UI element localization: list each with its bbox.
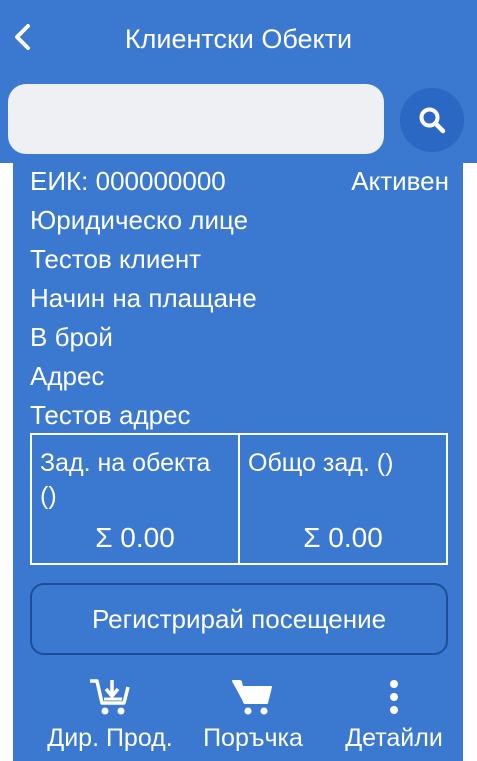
search-bar — [0, 74, 477, 163]
page-title: Клиентски Обекти — [124, 24, 353, 54]
search-input[interactable] — [8, 84, 384, 154]
site-debt-cell: Зад. на обекта () Σ 0.00 — [32, 435, 238, 563]
cart-icon — [231, 675, 275, 719]
client-card: ЕИК: 000000000 Активен Юридическо лице Т… — [13, 163, 463, 761]
address-label: Адрес — [30, 361, 105, 391]
bottom-actions: Дир. Прод. Поръчка Детайли — [13, 673, 463, 761]
app-bar: Клиентски Обекти — [0, 0, 477, 74]
register-visit-button[interactable]: Регистрирай посещение — [30, 583, 448, 655]
direct-sale-label: Дир. Прод. — [47, 724, 173, 752]
cart-download-icon — [88, 675, 132, 719]
site-debt-value: Σ 0.00 — [95, 522, 175, 553]
order-label: Поръчка — [203, 724, 303, 752]
details-label: Детайли — [345, 724, 443, 752]
client-name-text: Тестов клиент — [30, 244, 202, 274]
order-button[interactable]: Поръчка — [183, 673, 323, 761]
payment-label: Начин на плащане — [30, 283, 257, 313]
eik-text: ЕИК: 000000000 — [30, 166, 226, 196]
address-value: Тестов адрес — [30, 400, 191, 430]
debt-summary: Зад. на обекта () Σ 0.00 Общо зад. () Σ … — [30, 433, 448, 565]
total-debt-value: Σ 0.00 — [303, 522, 383, 553]
total-debt-label: Общо зад. () — [248, 449, 394, 477]
details-button[interactable]: Детайли — [331, 673, 457, 761]
payment-value: В брой — [30, 322, 113, 352]
more-vertical-icon — [372, 675, 416, 719]
site-debt-label: Зад. на обекта () — [40, 449, 211, 510]
direct-sale-button[interactable]: Дир. Прод. — [25, 673, 195, 761]
search-icon — [419, 107, 446, 134]
status-badge: Активен — [351, 166, 449, 196]
search-button[interactable] — [400, 88, 464, 152]
entity-type-text: Юридическо лице — [30, 205, 249, 235]
total-debt-cell: Общо зад. () Σ 0.00 — [238, 435, 446, 563]
